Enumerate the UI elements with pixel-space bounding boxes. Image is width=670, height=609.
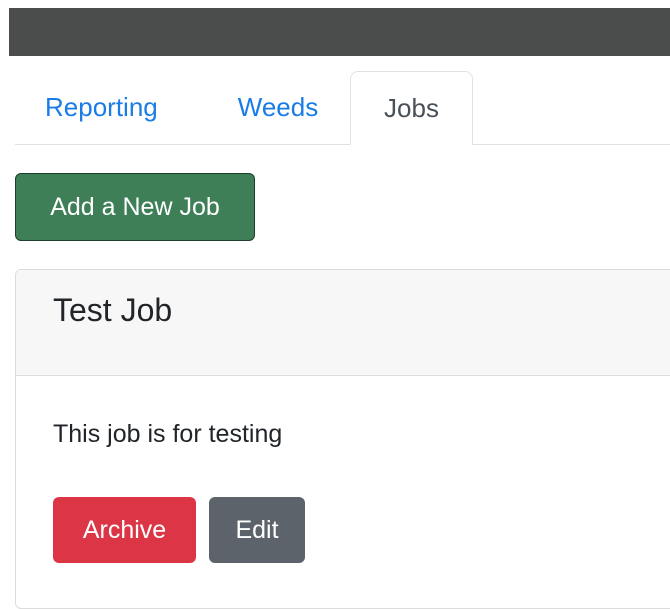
tab-weeds[interactable]: Weeds <box>219 71 337 144</box>
archive-button[interactable]: Archive <box>53 497 196 563</box>
nav-tabs: Reporting Weeds Jobs <box>15 71 670 145</box>
edit-button[interactable]: Edit <box>209 497 305 563</box>
tab-reporting[interactable]: Reporting <box>31 71 201 144</box>
top-navbar <box>9 8 670 56</box>
tab-jobs[interactable]: Jobs <box>350 71 473 145</box>
add-new-job-button[interactable]: Add a New Job <box>15 173 255 241</box>
job-description: This job is for testing <box>53 420 283 448</box>
job-title: Test Job <box>53 292 173 328</box>
job-card: Test Job This job is for testing Archive… <box>15 269 670 609</box>
